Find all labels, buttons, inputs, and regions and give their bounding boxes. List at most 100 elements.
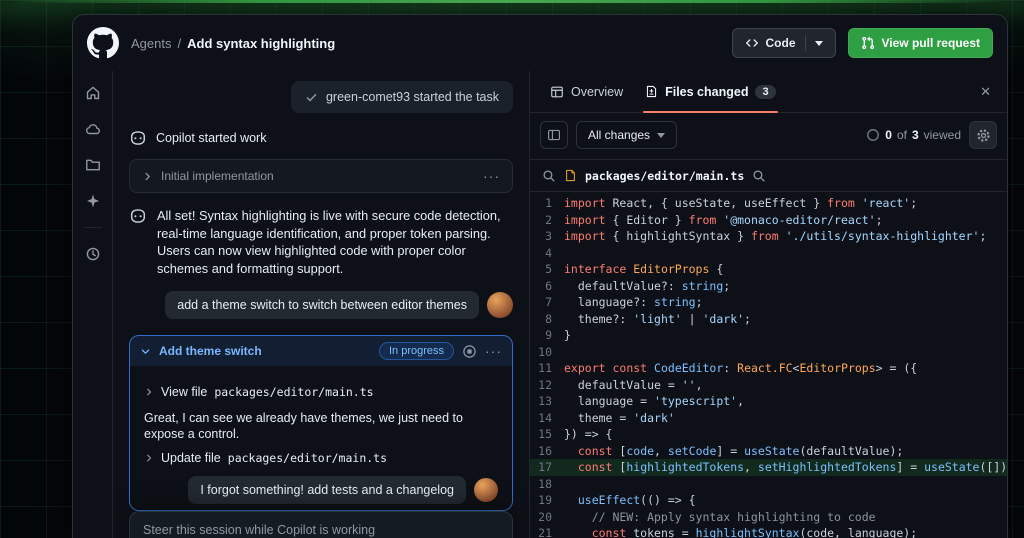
line-number[interactable]: 20 xyxy=(530,509,564,526)
search-icon[interactable] xyxy=(542,169,556,183)
close-icon[interactable]: ✕ xyxy=(974,80,997,104)
line-number[interactable]: 3 xyxy=(530,228,564,245)
chevron-right-icon xyxy=(142,171,153,182)
task-started-row: green-comet93 started the task xyxy=(129,81,513,113)
app-window: Agents / Add syntax highlighting Code Vi… xyxy=(72,14,1008,538)
line-number[interactable]: 15 xyxy=(530,426,564,443)
line-number[interactable]: 1 xyxy=(530,195,564,212)
toggle-file-tree-icon[interactable] xyxy=(540,121,568,149)
viewed-label: viewed xyxy=(924,128,961,142)
view-pull-request-button[interactable]: View pull request xyxy=(848,28,993,58)
step-view-path: packages/editor/main.ts xyxy=(214,385,373,399)
line-number[interactable]: 2 xyxy=(530,212,564,229)
code-text xyxy=(564,245,571,262)
code-text: useEffect(() => { xyxy=(564,492,696,509)
copilot-icon xyxy=(129,207,147,225)
files-changed-count: 3 xyxy=(755,85,775,99)
code-text: const tokens = highlightSyntax(code, lan… xyxy=(564,525,917,538)
line-number[interactable]: 14 xyxy=(530,410,564,427)
task-started-pill: green-comet93 started the task xyxy=(291,81,513,113)
tab-files-changed[interactable]: Files changed 3 xyxy=(635,71,785,112)
line-number[interactable]: 18 xyxy=(530,476,564,493)
files-panel: Overview Files changed 3 ✕ All changes xyxy=(529,71,1007,538)
code-line: 17 const [highlightedTokens, setHighligh… xyxy=(530,459,1007,476)
code-text: }) => { xyxy=(564,426,612,443)
code-text: language?: string; xyxy=(564,294,703,311)
status-badge: In progress xyxy=(379,342,454,360)
step-update-label: Update file xyxy=(161,451,221,465)
initial-implementation-box[interactable]: Initial implementation ··· xyxy=(129,159,513,193)
code-text: interface EditorProps { xyxy=(564,261,723,278)
folder-icon[interactable] xyxy=(79,151,107,179)
user-message-bubble: add a theme switch to switch between edi… xyxy=(165,291,479,319)
line-number[interactable]: 7 xyxy=(530,294,564,311)
more-options-icon[interactable]: ··· xyxy=(485,343,502,359)
chat-column: green-comet93 started the task Copilot s… xyxy=(113,71,529,538)
code-line: 4 xyxy=(530,245,1007,262)
user-message-bubble: I forgot something! add tests and a chan… xyxy=(188,476,466,504)
line-number[interactable]: 13 xyxy=(530,393,564,410)
cloud-icon[interactable] xyxy=(79,115,107,143)
avatar[interactable] xyxy=(474,478,498,502)
step-view-file[interactable]: View file packages/editor/main.ts xyxy=(144,385,498,399)
line-number[interactable]: 8 xyxy=(530,311,564,328)
changes-filter-dropdown[interactable]: All changes xyxy=(576,121,677,149)
line-number[interactable]: 16 xyxy=(530,443,564,460)
stop-icon[interactable] xyxy=(462,344,477,359)
gear-icon[interactable] xyxy=(969,121,997,149)
sparkle-icon[interactable] xyxy=(79,187,107,215)
line-number[interactable]: 6 xyxy=(530,278,564,295)
more-options-icon[interactable]: ··· xyxy=(483,168,500,184)
github-logo-icon[interactable] xyxy=(87,27,119,59)
code-line: 2import { Editor } from '@monaco-editor/… xyxy=(530,212,1007,229)
line-number[interactable]: 11 xyxy=(530,360,564,377)
code-line: 13 language = 'typescript', xyxy=(530,393,1007,410)
panel-tabs: Overview Files changed 3 ✕ xyxy=(530,71,1007,113)
tab-overview[interactable]: Overview xyxy=(540,71,633,112)
code-text: theme?: 'light' | 'dark'; xyxy=(564,311,751,328)
line-number[interactable]: 9 xyxy=(530,327,564,344)
search-in-file-icon[interactable] xyxy=(752,169,766,183)
chevron-down-icon xyxy=(657,133,665,138)
line-number[interactable]: 21 xyxy=(530,525,564,538)
code-text xyxy=(564,476,571,493)
chevron-right-icon xyxy=(144,387,154,397)
line-number[interactable]: 17 xyxy=(530,459,564,476)
copilot-started-text: Copilot started work xyxy=(156,131,266,145)
left-rail xyxy=(73,71,113,538)
code-button[interactable]: Code xyxy=(732,28,836,58)
line-number[interactable]: 4 xyxy=(530,245,564,262)
line-number[interactable]: 19 xyxy=(530,492,564,509)
avatar[interactable] xyxy=(487,292,513,318)
steer-session-input[interactable]: Steer this session while Copilot is work… xyxy=(129,511,513,538)
code-line: 19 useEffect(() => { xyxy=(530,492,1007,509)
code-brackets-icon xyxy=(745,36,759,50)
history-icon[interactable] xyxy=(79,240,107,268)
code-line: 9} xyxy=(530,327,1007,344)
code-line: 14 theme = 'dark' xyxy=(530,410,1007,427)
step-view-label: View file xyxy=(161,385,207,399)
file-header-row: packages/editor/main.ts xyxy=(530,160,1007,192)
copilot-icon xyxy=(129,129,147,147)
breadcrumb-section[interactable]: Agents xyxy=(131,36,171,51)
code-line: 10 xyxy=(530,344,1007,361)
home-icon[interactable] xyxy=(79,79,107,107)
code-text: defaultValue = '', xyxy=(564,377,703,394)
chevron-right-icon xyxy=(144,453,154,463)
code-line: 16 const [code, setCode] = useState(defa… xyxy=(530,443,1007,460)
viewed-total: 3 xyxy=(912,128,919,142)
step-update-file[interactable]: Update file packages/editor/main.ts xyxy=(144,451,498,465)
rail-divider xyxy=(84,227,102,228)
line-number[interactable]: 12 xyxy=(530,377,564,394)
line-number[interactable]: 5 xyxy=(530,261,564,278)
task-started-text: green-comet93 started the task xyxy=(326,90,499,104)
chevron-down-icon[interactable] xyxy=(815,41,823,46)
line-number[interactable]: 10 xyxy=(530,344,564,361)
task-card: Add theme switch In progress ··· View fi… xyxy=(129,335,513,511)
pull-request-icon xyxy=(861,36,875,50)
task-card-header[interactable]: Add theme switch In progress ··· xyxy=(130,336,512,366)
task-card-title: Add theme switch xyxy=(159,344,262,358)
button-divider xyxy=(805,35,806,51)
code-viewer[interactable]: 1import React, { useState, useEffect } f… xyxy=(530,192,1007,538)
file-path[interactable]: packages/editor/main.ts xyxy=(585,169,744,183)
